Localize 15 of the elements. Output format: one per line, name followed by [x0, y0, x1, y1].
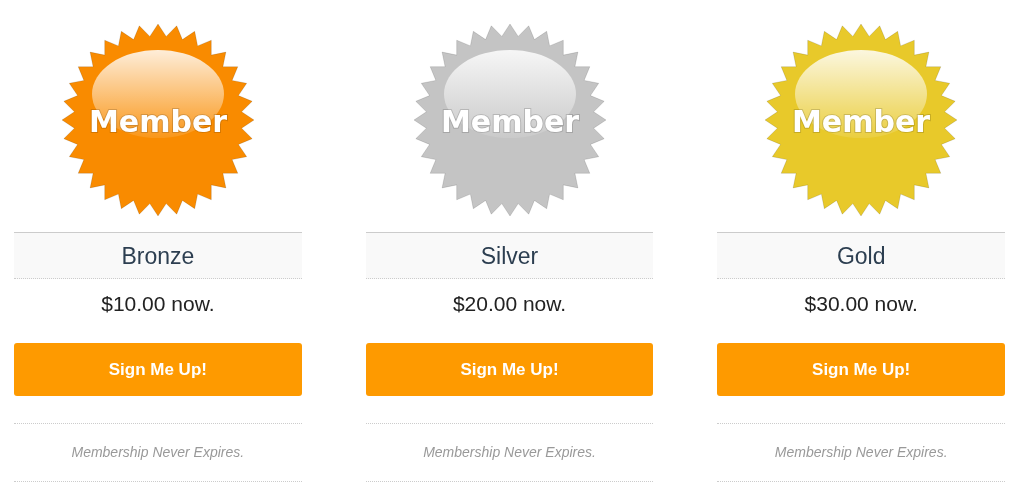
membership-note: Membership Never Expires.	[423, 443, 596, 462]
tier-name: Silver	[480, 242, 539, 271]
signup-button[interactable]: Sign Me Up!	[717, 343, 1005, 396]
tier-name: Bronze	[121, 242, 195, 271]
price: $10.00 now.	[101, 291, 215, 317]
membership-note: Membership Never Expires.	[71, 443, 245, 462]
tier-name: Gold	[836, 242, 886, 271]
price: $20.00 now.	[452, 291, 567, 317]
badge-label: Member	[792, 104, 931, 139]
signup-button[interactable]: Sign Me Up!	[14, 343, 302, 396]
membership-note: Membership Never Expires.	[774, 443, 948, 462]
badge-label: Member	[88, 104, 227, 139]
price: $30.00 now.	[804, 291, 918, 317]
signup-button[interactable]: Sign Me Up!	[365, 343, 654, 396]
badge-label: Member	[440, 104, 579, 139]
